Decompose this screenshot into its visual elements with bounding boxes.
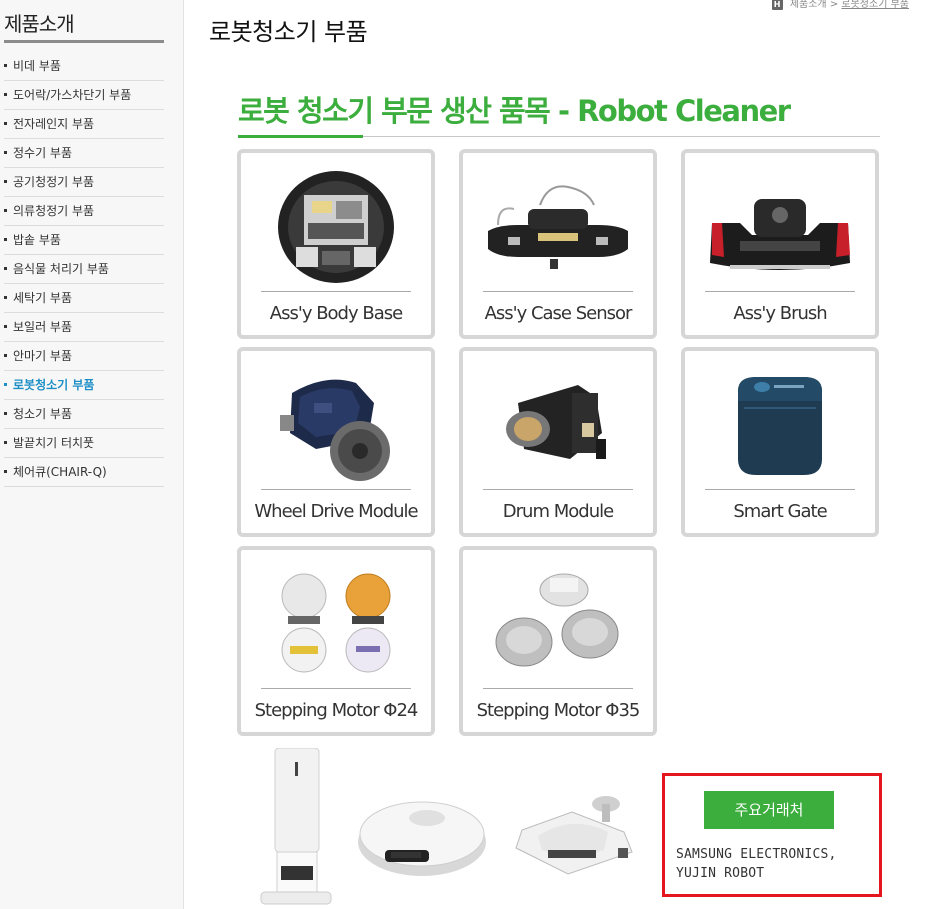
sidebar-item[interactable]: 도어락/가스차단기 부품 [4,81,164,110]
sidebar-item[interactable]: 안마기 부품 [4,342,164,371]
bullet-icon [4,93,7,96]
product-image-drum [506,385,606,459]
product-name: Wheel Drive Module [254,501,418,522]
sidebar-item[interactable]: 세탁기 부품 [4,284,164,313]
product-card-wheel-drive[interactable]: Wheel Drive Module [237,347,435,537]
product-name: Stepping Motor Φ35 [476,700,641,721]
sidebar-item[interactable]: 로봇청소기 부품 [4,371,164,400]
client-box: 주요거래처 SAMSUNG ELECTRONICS, YUJIN ROBOT [662,773,882,897]
card-divider [483,291,633,292]
product-name: Stepping Motor Φ24 [254,700,419,721]
sidebar: 제품소개 비데 부품도어락/가스차단기 부품전자레인지 부품정수기 부품공기청정… [0,0,184,909]
stick-vacuum-station-image [260,748,332,905]
product-card-smart-gate[interactable]: Smart Gate [681,347,879,537]
sidebar-item[interactable]: 청소기 부품 [4,400,164,429]
sidebar-menu: 비데 부품도어락/가스차단기 부품전자레인지 부품정수기 부품공기청정기 부품의… [4,52,164,487]
sidebar-item-label: 체어큐(CHAIR-Q) [13,465,107,479]
bullet-icon [4,238,7,241]
robot-cleaner-ai-image [515,796,633,875]
bullet-icon [4,441,7,444]
sidebar-item-label: 안마기 부품 [13,349,73,363]
sidebar-item[interactable]: 보일러 부품 [4,313,164,342]
bullet-icon [4,383,7,386]
product-name: Ass'y Case Sensor [484,303,633,324]
main-clients-button[interactable]: 주요거래처 [704,791,834,829]
page-title: 로봇청소기 부품 [209,18,368,46]
breadcrumb-current[interactable]: 로봇청소기 부품 [841,0,909,10]
card-divider [261,688,411,689]
bullet-icon [4,180,7,183]
sidebar-item[interactable]: 비데 부품 [4,52,164,81]
product-card-stepping-motor-35[interactable]: Stepping Motor Φ35 [459,546,657,736]
sidebar-item[interactable]: 발끝치기 터치풋 [4,429,164,458]
sidebar-item-label: 도어락/가스차단기 부품 [13,88,132,102]
product-image-wheel-drive [280,379,390,481]
product-image-body-base [278,171,394,283]
product-image-brush [710,199,850,270]
product-card-body-base[interactable]: Ass'y Body Base [237,149,435,339]
card-divider [261,291,411,292]
bullet-icon [4,64,7,67]
product-image-stepping-motor-24 [281,573,391,673]
sidebar-item[interactable]: 음식물 처리기 부품 [4,255,164,284]
product-name: Smart Gate [733,501,827,522]
bullet-icon [4,412,7,415]
sidebar-item-label: 보일러 부품 [13,320,73,334]
bullet-icon [4,209,7,212]
card-divider [483,489,633,490]
product-card-stepping-motor-24[interactable]: Stepping Motor Φ24 [237,546,435,736]
sidebar-item-label: 정수기 부품 [13,146,73,160]
bullet-icon [4,354,7,357]
client-list: SAMSUNG ELECTRONICS, YUJIN ROBOT [676,845,837,883]
bullet-icon [4,122,7,125]
breadcrumb: H 제품소개 > 로봇청소기 부품 [771,0,909,10]
home-icon[interactable]: H [771,0,783,10]
sidebar-item-label: 공기청정기 부품 [13,175,95,189]
card-divider [261,489,411,490]
product-name: Drum Module [502,501,614,522]
sidebar-item-label: 밥솥 부품 [13,233,61,247]
card-divider [483,688,633,689]
robot-cleaner-jetbot-image [358,801,486,876]
breadcrumb-separator: > [829,0,839,10]
sidebar-title-underline [4,40,164,43]
product-card-brush[interactable]: Ass'y Brush [681,149,879,339]
bullet-icon [4,325,7,328]
breadcrumb-parent[interactable]: 제품소개 [790,0,827,10]
sidebar-item-label: 세탁기 부품 [13,291,73,305]
sidebar-item-label: 로봇청소기 부품 [13,378,95,392]
section-title: 로봇 청소기 부문 생산 품목 - Robot Cleaner [238,94,791,128]
sidebar-item-label: 의류청정기 부품 [13,204,95,218]
sidebar-item-label: 음식물 처리기 부품 [13,262,109,276]
sidebar-item-label: 전자레인지 부품 [13,117,95,131]
product-image-stepping-motor-35 [495,573,619,667]
sidebar-item[interactable]: 공기청정기 부품 [4,168,164,197]
card-divider [705,489,855,490]
sidebar-item[interactable]: 의류청정기 부품 [4,197,164,226]
sidebar-item[interactable]: 밥솥 부품 [4,226,164,255]
sidebar-item-label: 발끝치기 터치풋 [13,436,95,450]
product-image-smart-gate [738,377,822,475]
product-card-drum[interactable]: Drum Module [459,347,657,537]
bullet-icon [4,296,7,299]
product-card-case-sensor[interactable]: Ass'y Case Sensor [459,149,657,339]
client-name: SAMSUNG ELECTRONICS, [676,847,837,862]
client-name: YUJIN ROBOT [676,866,765,881]
bullet-icon [4,267,7,270]
bullet-icon [4,470,7,473]
sidebar-item[interactable]: 정수기 부품 [4,139,164,168]
sidebar-item[interactable]: 전자레인지 부품 [4,110,164,139]
sidebar-item[interactable]: 체어큐(CHAIR-Q) [4,458,164,487]
card-divider [705,291,855,292]
product-name: Ass'y Brush [733,303,827,324]
bullet-icon [4,151,7,154]
product-image-case-sensor [488,185,628,269]
sidebar-title: 제품소개 [4,12,75,36]
sidebar-item-label: 비데 부품 [13,59,61,73]
sidebar-item-label: 청소기 부품 [13,407,73,421]
section-divider-accent [238,135,363,138]
product-name: Ass'y Body Base [269,303,403,324]
